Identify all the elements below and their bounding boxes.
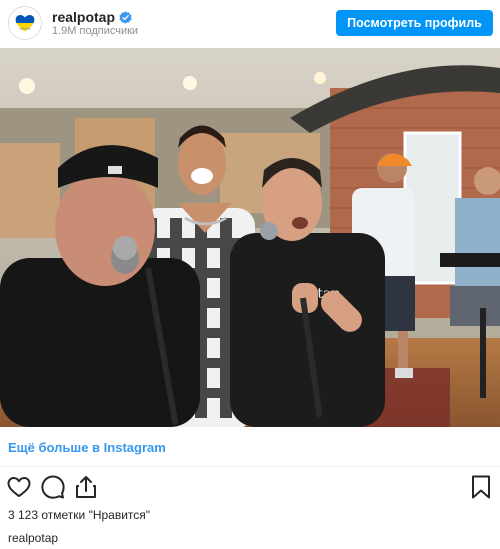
- avatar-heart-icon: [9, 7, 41, 39]
- caption-username[interactable]: realpotap: [8, 531, 58, 545]
- post-header: realpotap 1.9M подписчики Посмотреть про…: [0, 0, 500, 48]
- post-image[interactable]: Potap: [0, 48, 500, 427]
- divider: [0, 466, 500, 467]
- username-row: realpotap: [52, 8, 132, 26]
- share-icon[interactable]: [73, 474, 99, 500]
- verified-badge-icon: [119, 10, 132, 24]
- heart-icon[interactable]: [6, 474, 32, 500]
- username[interactable]: realpotap: [52, 9, 115, 25]
- view-profile-button[interactable]: Посмотреть профиль: [336, 10, 493, 36]
- comment-icon[interactable]: [40, 474, 66, 500]
- likes-count[interactable]: 3 123 отметки "Нравится": [8, 508, 150, 522]
- post-actions: [0, 474, 500, 502]
- bookmark-icon[interactable]: [468, 474, 494, 500]
- more-on-instagram-link[interactable]: Ещё больше в Instagram: [8, 440, 166, 455]
- followers-count: 1.9M подписчики: [52, 25, 139, 37]
- studio-photo-illustration: Potap: [0, 48, 500, 427]
- avatar[interactable]: [8, 6, 42, 40]
